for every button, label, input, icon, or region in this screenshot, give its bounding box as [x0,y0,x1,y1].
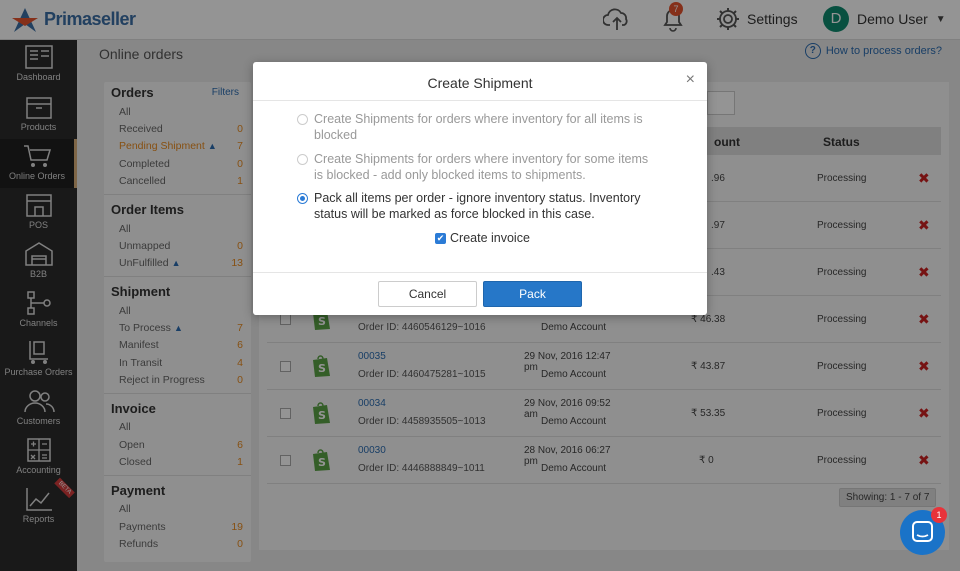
dialog-title: Create Shipment [427,75,533,91]
chat-unread-badge: 1 [931,507,947,523]
option-pack-all[interactable]: Pack all items per order - ignore invent… [297,190,659,222]
option-label: Create Shipments for orders where invent… [314,112,643,142]
divider [253,272,707,273]
pack-button[interactable]: Pack [483,281,582,307]
option-all-blocked[interactable]: Create Shipments for orders where invent… [297,111,659,143]
option-label: Create Shipments for orders where invent… [314,152,649,182]
radio-button-selected[interactable] [297,193,308,204]
close-icon[interactable]: × [686,71,695,89]
radio-button[interactable] [297,114,308,125]
checkbox-checked-icon[interactable]: ✔ [435,232,446,244]
option-some-blocked[interactable]: Create Shipments for orders where invent… [297,151,659,183]
cancel-button[interactable]: Cancel [378,281,477,307]
divider [253,100,707,101]
create-invoice-label: Create invoice [450,231,530,245]
create-invoice-checkbox-row[interactable]: ✔ Create invoice [435,231,530,245]
radio-button[interactable] [297,154,308,165]
option-label: Pack all items per order - ignore invent… [314,191,641,221]
create-shipment-dialog: Create Shipment × Create Shipments for o… [253,62,707,315]
